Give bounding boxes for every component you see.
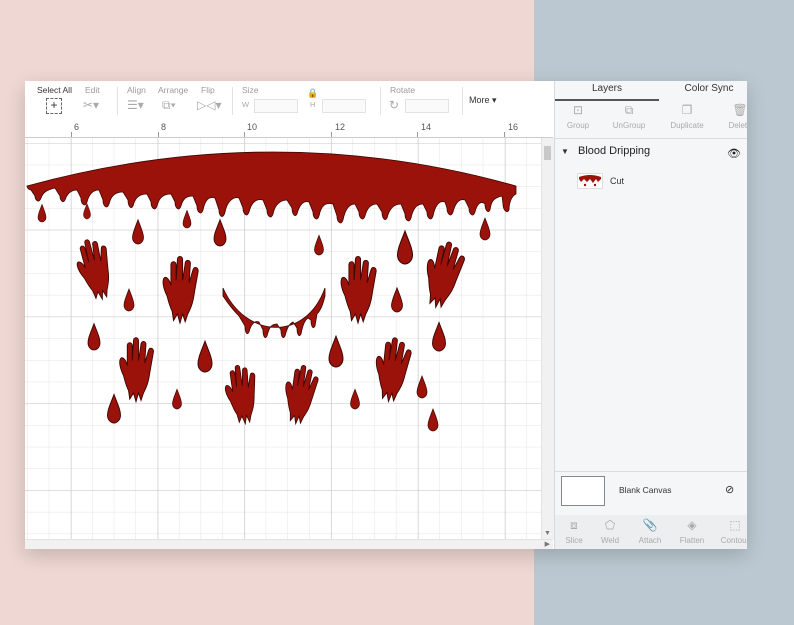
duplicate-label: Duplicate xyxy=(670,121,704,130)
arrange-label: Arrange xyxy=(158,85,189,95)
blank-canvas-swatch[interactable] xyxy=(561,476,605,506)
ruler-tick: 16 xyxy=(508,122,519,132)
width-label: W xyxy=(242,100,250,109)
weld-button[interactable]: ⬠ Weld xyxy=(593,517,627,545)
tab-color-sync[interactable]: Color Sync xyxy=(659,81,747,99)
scroll-down-arrow[interactable]: ▼ xyxy=(544,530,551,537)
layers-panel: Layers Color Sync ⊡ Group ⧉ UnGroup ❐ Du… xyxy=(554,81,747,549)
attach-button[interactable]: 📎 Attach xyxy=(632,517,668,545)
layer-tools: ⊡ Group ⧉ UnGroup ❐ Duplicate 🗑 Delete xyxy=(555,100,747,139)
rotate-label: Rotate xyxy=(390,85,416,95)
rotate-icon: ↻ xyxy=(389,98,400,112)
weld-icon: ⬠ xyxy=(604,518,616,532)
scroll-right-arrow[interactable]: ▶ xyxy=(545,540,550,548)
group-icon: ⊡ xyxy=(572,103,584,117)
ruler-tick: 12 xyxy=(335,122,346,132)
eye-icon[interactable]: 👁 xyxy=(727,147,741,160)
ruler-tick: 14 xyxy=(421,122,432,132)
layer-thumbnail-art xyxy=(579,175,601,187)
separator xyxy=(117,87,118,115)
ruler-mark xyxy=(71,132,72,137)
attach-label: Attach xyxy=(638,536,662,545)
ruler-tick: 6 xyxy=(74,122,80,132)
select-all-icon: + xyxy=(46,98,62,114)
collapse-triangle-icon[interactable]: ▼ xyxy=(561,147,569,156)
edit-toolbar: Select All + Edit ✂▾ Align ☰▾ Arrange ⧉▾… xyxy=(25,81,553,122)
layer-group-row[interactable]: ▼ Blood Dripping xyxy=(561,145,650,157)
horizontal-scrollbar[interactable]: ▶ xyxy=(25,539,553,549)
arrange-icon: ⧉▾ xyxy=(162,98,176,112)
slice-button[interactable]: ⧈ Slice xyxy=(557,517,591,545)
tab-layers[interactable]: Layers xyxy=(555,81,659,101)
flatten-label: Flatten xyxy=(679,536,705,545)
select-all-label: Select All xyxy=(37,85,72,95)
align-label: Align xyxy=(127,85,146,95)
delete-button[interactable]: 🗑 Delete xyxy=(723,102,747,130)
ruler-tick: 10 xyxy=(247,122,258,132)
horizontal-ruler: 6 8 10 12 14 16 xyxy=(25,121,553,138)
bottom-tools: ⧈ Slice ⬠ Weld 📎 Attach ◈ Flatten ⬚ Cont… xyxy=(555,515,747,549)
layer-thumbnail xyxy=(577,173,603,189)
rotate-input[interactable] xyxy=(405,99,449,113)
height-label: H xyxy=(310,100,316,109)
ungroup-icon: ⧉ xyxy=(624,103,634,117)
group-label: Group xyxy=(566,121,590,130)
size-label: Size xyxy=(242,85,259,95)
contour-label: Contour xyxy=(720,536,747,545)
flatten-button[interactable]: ◈ Flatten xyxy=(673,517,711,545)
attach-icon: 📎 xyxy=(642,518,658,532)
lock-icon[interactable]: 🔒 xyxy=(307,86,318,100)
ungroup-button[interactable]: ⧉ UnGroup xyxy=(609,102,649,130)
vertical-scrollbar[interactable]: ▼ xyxy=(541,138,554,539)
more-button[interactable]: More ▾ xyxy=(469,95,497,106)
eye-hidden-icon[interactable]: ⊘ xyxy=(725,483,734,496)
ruler-mark xyxy=(244,132,245,137)
separator xyxy=(232,87,233,115)
trash-icon: 🗑 xyxy=(732,103,747,117)
duplicate-icon: ❐ xyxy=(681,103,693,117)
separator xyxy=(380,87,381,115)
align-icon: ☰▾ xyxy=(127,98,144,112)
ruler-mark xyxy=(504,132,505,137)
slice-icon: ⧈ xyxy=(570,518,578,532)
ungroup-label: UnGroup xyxy=(612,121,646,130)
scroll-thumb[interactable] xyxy=(544,146,551,160)
ruler-mark xyxy=(158,132,159,137)
separator xyxy=(462,87,463,115)
contour-button[interactable]: ⬚ Contour xyxy=(715,517,747,545)
design-canvas[interactable] xyxy=(25,138,541,539)
canvas-artwork xyxy=(25,138,541,539)
duplicate-button[interactable]: ❐ Duplicate xyxy=(665,102,709,130)
layer-group-name: Blood Dripping xyxy=(577,145,651,157)
height-input[interactable] xyxy=(322,99,366,113)
weld-label: Weld xyxy=(600,536,620,545)
ruler-mark xyxy=(417,132,418,137)
slice-label: Slice xyxy=(565,536,583,545)
blank-canvas-label: Blank Canvas xyxy=(619,485,672,495)
flatten-icon: ◈ xyxy=(687,518,697,532)
ruler-mark xyxy=(331,132,332,137)
edit-icon: ✂▾ xyxy=(83,98,100,112)
flip-label: Flip xyxy=(201,85,215,95)
edit-label: Edit xyxy=(85,85,100,95)
width-input[interactable] xyxy=(254,99,298,113)
layer-item-name[interactable]: Cut xyxy=(610,176,624,186)
ruler-tick: 8 xyxy=(161,122,167,132)
design-space-window: Select All + Edit ✂▾ Align ☰▾ Arrange ⧉▾… xyxy=(25,81,747,549)
delete-label: Delete xyxy=(728,121,747,130)
group-button[interactable]: ⊡ Group xyxy=(561,102,595,130)
blank-canvas-row[interactable]: Blank Canvas ⊘ xyxy=(555,471,747,516)
flip-icon: ▷◁▾ xyxy=(197,98,222,112)
contour-icon: ⬚ xyxy=(729,518,741,532)
